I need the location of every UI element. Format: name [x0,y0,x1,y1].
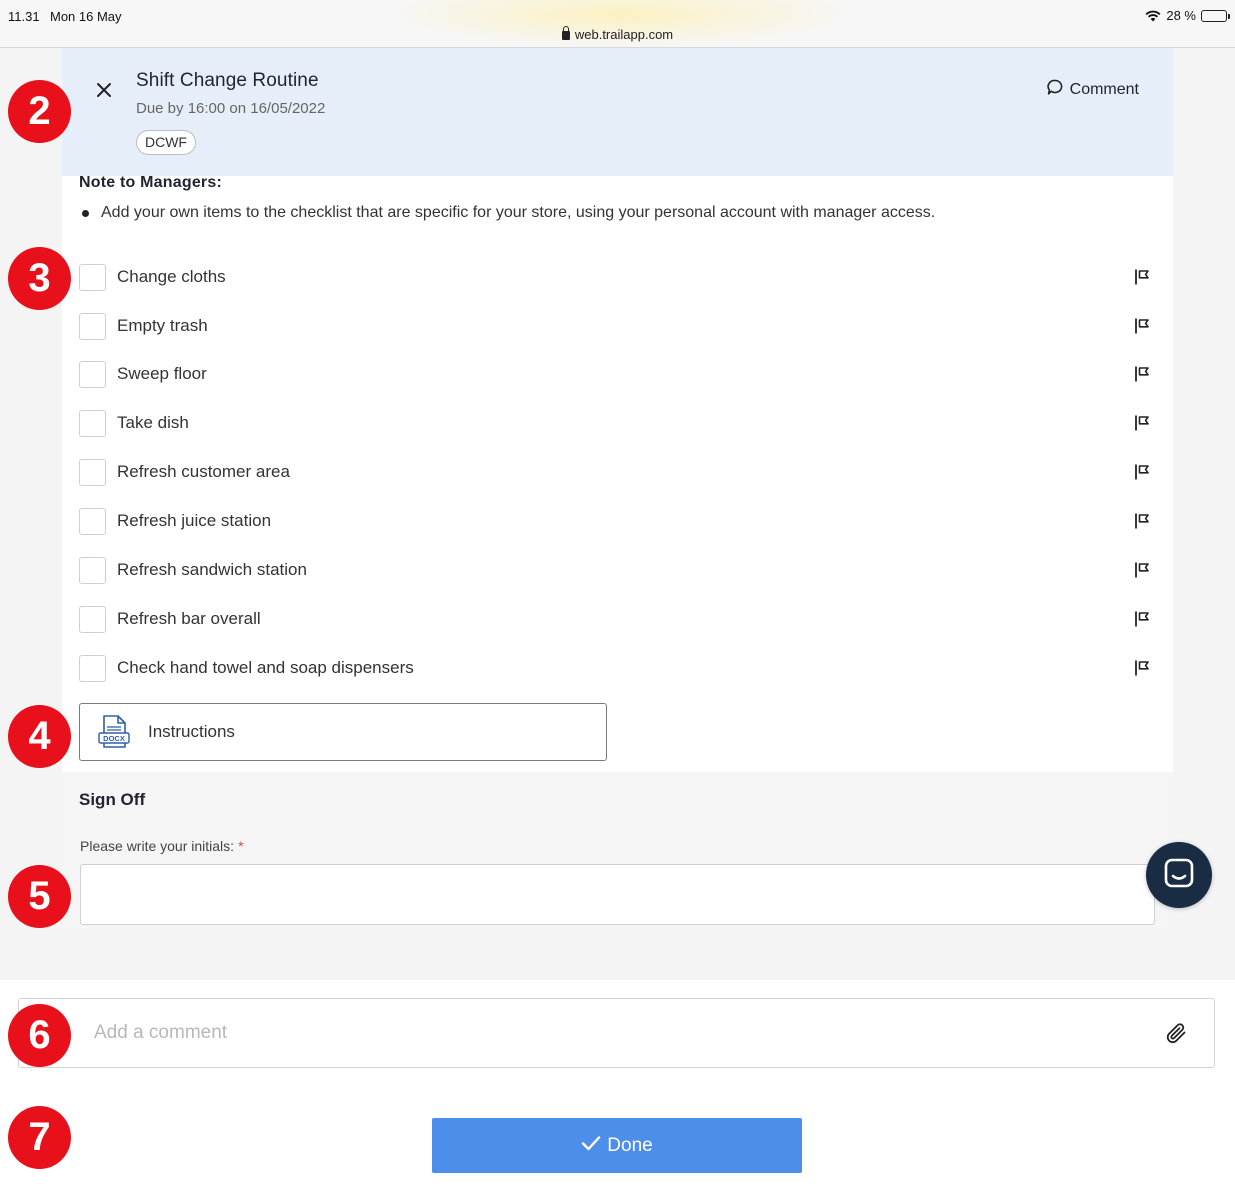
checklist-item-label: Refresh bar overall [117,609,261,628]
checklist-checkbox[interactable] [79,605,106,633]
comment-button-label: Comment [1069,81,1139,98]
checklist-item: Sweep floor [79,360,1153,388]
checklist-checkbox[interactable] [79,409,106,437]
checklist-item: Take dish [79,409,1153,437]
checklist-item-label: Sweep floor [117,364,207,383]
flag-icon[interactable] [1133,512,1151,530]
annotation-badge: 2 [8,80,71,143]
checklist-item-label: Refresh sandwich station [117,560,307,579]
speech-bubble-icon [1046,79,1064,101]
flag-icon[interactable] [1133,561,1151,579]
attachment-label: Instructions [148,722,235,741]
sign-off-section: Sign Off Please write your initials: * [62,772,1173,930]
initials-label: Please write your initials: * [80,838,244,854]
flag-icon[interactable] [1133,610,1151,628]
flag-icon[interactable] [1133,414,1151,432]
status-bar: 11.31 Mon 16 May web.trailapp.com 28 % [0,0,1235,48]
checklist-item-label: Check hand towel and soap dispensers [117,658,414,677]
checkmark-icon [581,1135,601,1157]
status-time: 11.31 [8,9,40,24]
url-text: web.trailapp.com [574,27,674,42]
checklist-item: Empty trash [79,312,1153,340]
annotation-badge: 6 [8,1004,71,1067]
checklist-checkbox[interactable] [79,360,106,388]
status-date: Mon 16 May [50,9,122,24]
paperclip-icon[interactable] [1164,1021,1188,1045]
checklist-item-label: Refresh customer area [117,462,290,481]
checklist-checkbox[interactable] [79,507,106,535]
close-icon[interactable] [94,80,114,100]
checklist-item: Refresh bar overall [79,605,1153,633]
checklist-checkbox[interactable] [79,458,106,486]
status-indicators: 28 % [1145,8,1230,23]
docx-label: DOCX [103,734,125,743]
task-title: Shift Change Routine [136,70,319,91]
checklist-item-label: Change cloths [117,267,226,286]
sign-off-title: Sign Off [79,790,146,809]
instructions-attachment[interactable]: DOCX Instructions [79,703,607,761]
note-title: Note to Managers: [79,174,222,191]
flag-icon[interactable] [1133,365,1151,383]
checklist-item: Check hand towel and soap dispensers [79,654,1153,682]
chat-launcher-button[interactable] [1146,842,1212,908]
required-marker: * [238,838,244,854]
checklist-item: Change cloths [79,263,1153,291]
flag-icon[interactable] [1133,463,1151,481]
checklist-item: Refresh sandwich station [79,556,1153,584]
checklist-checkbox[interactable] [79,312,106,340]
task-header: Shift Change Routine Due by 16:00 on 16/… [62,48,1173,176]
annotation-badge: 4 [8,705,71,768]
checklist-item: Refresh juice station [79,507,1153,535]
lock-icon [561,26,570,40]
location-tag: DCWF [136,130,196,155]
task-due-date: Due by 16:00 on 16/05/2022 [136,100,326,117]
done-button[interactable]: Done [432,1118,802,1173]
address-bar[interactable]: web.trailapp.com [0,26,1235,42]
battery-icon [1201,9,1230,22]
checklist-item: Refresh customer area [79,458,1153,486]
wifi-icon [1145,10,1161,22]
battery-percent: 28 % [1166,8,1196,23]
note-item-text: Add your own items to the checklist that… [101,204,936,221]
annotation-badge: 5 [8,865,71,928]
checklist-checkbox[interactable] [79,556,106,584]
bottom-bar: Done [0,980,1235,1195]
flag-icon[interactable] [1133,659,1151,677]
comment-button[interactable]: Comment [1046,79,1139,101]
done-button-label: Done [607,1134,653,1156]
flag-icon[interactable] [1133,317,1151,335]
chat-icon [1163,857,1195,894]
docx-file-icon: DOCX [96,714,132,750]
comment-input[interactable] [19,999,1149,1066]
comment-box [18,998,1215,1068]
bullet-icon [82,209,89,217]
initials-input[interactable] [80,864,1155,925]
initials-label-text: Please write your initials: [80,838,235,854]
task-panel: Shift Change Routine Due by 16:00 on 16/… [62,48,1173,930]
annotation-badge: 7 [8,1106,71,1169]
note-item: Add your own items to the checklist that… [82,204,935,222]
flag-icon[interactable] [1133,268,1151,286]
checklist-checkbox[interactable] [79,263,106,291]
checklist-item-label: Take dish [117,413,189,432]
checklist-item-label: Empty trash [117,316,208,335]
checklist-item-label: Refresh juice station [117,511,272,530]
checklist-checkbox[interactable] [79,654,106,682]
annotation-badge: 3 [8,247,71,310]
